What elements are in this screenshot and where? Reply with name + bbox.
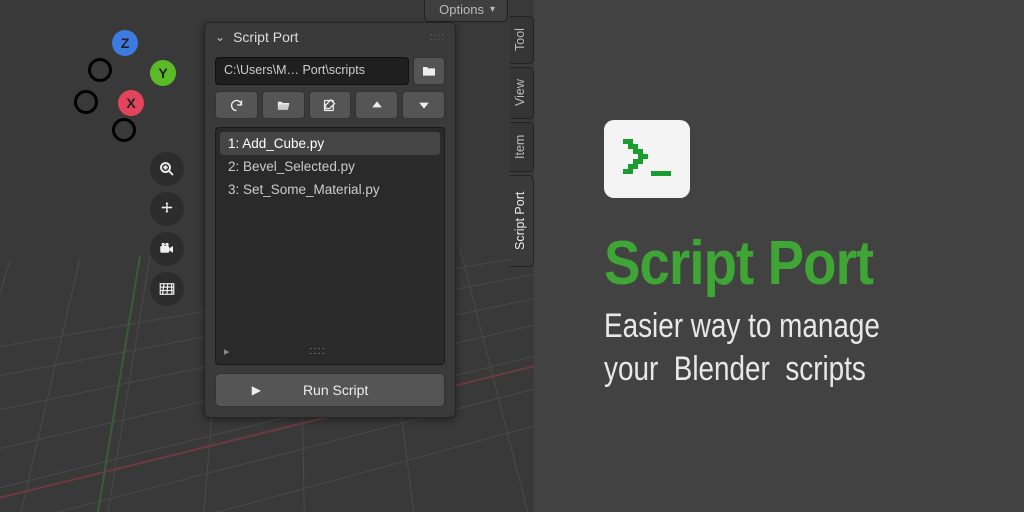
panel-title: Script Port — [233, 29, 298, 45]
promo-subtitle: Easier way to manage your Blender script… — [604, 305, 948, 390]
sidebar-tabs: Tool View Item Script Port — [510, 16, 534, 267]
viewport-3d[interactable]: Options ▾ Z Y X ⌄ Script Port :::: — [0, 0, 534, 512]
script-list[interactable]: 1: Add_Cube.py 2: Bevel_Selected.py 3: S… — [215, 127, 445, 365]
path-input[interactable]: C:\Users\M… Port\scripts — [215, 57, 409, 85]
run-script-button[interactable]: ▶ Run Script — [215, 373, 445, 407]
camera-button[interactable] — [150, 232, 184, 266]
axis-z[interactable]: Z — [112, 30, 138, 56]
perspective-button[interactable] — [150, 272, 184, 306]
run-script-label: Run Script — [303, 382, 368, 398]
promo-logo — [604, 120, 690, 198]
options-label: Options — [439, 2, 484, 17]
chevron-down-icon: ▾ — [490, 4, 495, 15]
resize-grip-icon[interactable]: :::: — [310, 345, 326, 358]
tab-item[interactable]: Item — [510, 122, 534, 172]
script-port-panel: ⌄ Script Port :::: C:\Users\M… Port\scri… — [204, 22, 456, 418]
pan-button[interactable] — [150, 192, 184, 226]
options-dropdown[interactable]: Options ▾ — [424, 0, 508, 22]
panel-header[interactable]: ⌄ Script Port :::: — [205, 23, 455, 51]
open-folder-button[interactable] — [262, 91, 305, 119]
viewport-tools — [150, 152, 184, 306]
promo-panel: Script Port Easier way to manage your Bl… — [534, 0, 1024, 512]
promo-title: Script Port — [604, 228, 873, 299]
tab-script-port[interactable]: Script Port — [510, 175, 534, 267]
refresh-button[interactable] — [215, 91, 258, 119]
axis-gizmo[interactable]: Z Y X — [78, 30, 178, 130]
axis-y[interactable]: Y — [150, 60, 176, 86]
list-item[interactable]: 2: Bevel_Selected.py — [220, 155, 440, 178]
axis-neg-x[interactable] — [88, 58, 112, 82]
list-item[interactable]: 3: Set_Some_Material.py — [220, 178, 440, 201]
play-icon: ▶ — [252, 383, 261, 397]
zoom-button[interactable] — [150, 152, 184, 186]
list-item[interactable]: 1: Add_Cube.py — [220, 132, 440, 155]
browse-folder-button[interactable] — [413, 57, 445, 85]
move-down-button[interactable] — [402, 91, 445, 119]
collapse-icon: ⌄ — [215, 30, 225, 44]
expand-icon[interactable]: ▸ — [224, 345, 230, 358]
edit-button[interactable] — [309, 91, 352, 119]
move-up-button[interactable] — [355, 91, 398, 119]
axis-neg-z[interactable] — [112, 118, 136, 142]
axis-x[interactable]: X — [118, 90, 144, 116]
drag-grip-icon[interactable]: :::: — [430, 32, 445, 43]
tab-tool[interactable]: Tool — [510, 16, 534, 64]
tab-view[interactable]: View — [510, 67, 534, 119]
axis-neg-y[interactable] — [74, 90, 98, 114]
